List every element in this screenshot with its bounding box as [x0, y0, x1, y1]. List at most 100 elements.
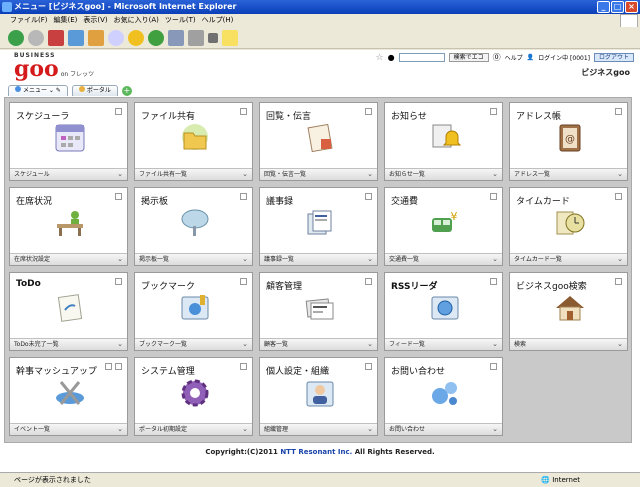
- tile-link[interactable]: 検索 ⌄: [510, 338, 627, 350]
- tile-checkbox[interactable]: [115, 363, 122, 370]
- tab-portal[interactable]: ポータル: [71, 85, 118, 96]
- mail-icon[interactable]: [168, 29, 184, 46]
- chevron-down-icon[interactable]: ⌄: [492, 169, 498, 180]
- history-icon[interactable]: [148, 29, 164, 46]
- chevron-down-icon[interactable]: ⌄: [242, 254, 248, 265]
- tile-checkbox[interactable]: [240, 278, 247, 285]
- tile-todo[interactable]: ToDo ToDo未完了一覧 ⌄: [9, 272, 128, 351]
- tile-travel-expense[interactable]: 交通費 ¥ 交通費一覧 ⌄: [384, 187, 503, 266]
- tile-checkbox[interactable]: [365, 193, 372, 200]
- tile-contact[interactable]: お問い合わせ お問い合わせ ⌄: [384, 357, 503, 436]
- tile-checkbox[interactable]: [240, 363, 247, 370]
- tile-link[interactable]: 在席状況設定 ⌄: [10, 253, 127, 265]
- tile-link[interactable]: 顧客一覧 ⌄: [260, 338, 377, 350]
- minimize-button[interactable]: _: [597, 1, 610, 13]
- tile-rss-reader[interactable]: RSSリーダ フィード一覧 ⌄: [384, 272, 503, 351]
- tile-checkbox[interactable]: [490, 278, 497, 285]
- favorites-icon[interactable]: [128, 29, 144, 46]
- tile-link[interactable]: 議事録一覧 ⌄: [260, 253, 377, 265]
- tile-customer-management[interactable]: 顧客管理 顧客一覧 ⌄: [259, 272, 378, 351]
- search-button[interactable]: 検索でエコ: [448, 53, 489, 62]
- tile-presence[interactable]: 在席状況 在席状況設定 ⌄: [9, 187, 128, 266]
- tile-checkbox[interactable]: [615, 278, 622, 285]
- tile-address-book[interactable]: アドレス帳 @ アドレス一覧 ⌄: [509, 102, 628, 181]
- copyright-company-link[interactable]: NTT Resonant Inc.: [280, 448, 352, 456]
- notes-icon[interactable]: [222, 29, 238, 46]
- logo[interactable]: BUSINESS goo on フレッツ: [14, 52, 94, 80]
- tile-link[interactable]: スケジュール ⌄: [10, 168, 127, 180]
- menu-help[interactable]: ヘルプ(H): [202, 14, 234, 26]
- tile-link[interactable]: ファイル共有一覧 ⌄: [135, 168, 252, 180]
- tile-link[interactable]: イベント一覧 ⌄: [10, 423, 127, 435]
- tile-checkbox[interactable]: [240, 108, 247, 115]
- tile-business-goo-search[interactable]: ビジネスgoo検索 検索 ⌄: [509, 272, 628, 351]
- stop-icon[interactable]: [48, 29, 64, 46]
- tile-bookmark[interactable]: ブックマーク ブックマーク一覧 ⌄: [134, 272, 253, 351]
- chevron-down-icon[interactable]: ⌄: [492, 339, 498, 350]
- tile-checkbox[interactable]: [615, 193, 622, 200]
- tile-link[interactable]: アドレス一覧 ⌄: [510, 168, 627, 180]
- star-icon[interactable]: ☆: [376, 53, 384, 63]
- tab-menu[interactable]: メニュー ⌄ ✎: [8, 85, 68, 96]
- chevron-down-icon[interactable]: ⌄: [117, 339, 123, 350]
- chevron-down-icon[interactable]: ⌄: [117, 254, 123, 265]
- tile-personal-settings[interactable]: 個人設定・組織 組織管理 ⌄: [259, 357, 378, 436]
- back-icon[interactable]: [8, 29, 24, 46]
- help-icon[interactable]: ⓪: [493, 52, 501, 63]
- tile-link[interactable]: ブックマーク一覧 ⌄: [135, 338, 252, 350]
- add-tab-button[interactable]: +: [121, 86, 132, 96]
- tile-bulletin-board[interactable]: 掲示板 掲示板一覧 ⌄: [134, 187, 253, 266]
- tile-checkbox[interactable]: [240, 193, 247, 200]
- edit-icon[interactable]: [208, 32, 218, 43]
- forward-icon[interactable]: [28, 29, 44, 46]
- chevron-down-icon[interactable]: ⌄: [367, 339, 373, 350]
- menu-file[interactable]: ファイル(F): [10, 14, 48, 26]
- tile-link[interactable]: フィード一覧 ⌄: [385, 338, 502, 350]
- home-icon[interactable]: [88, 29, 104, 46]
- tile-organizer-mashup[interactable]: 幹事マッシュアップ イベント一覧 ⌄: [9, 357, 128, 436]
- tile-link[interactable]: ToDo未完了一覧 ⌄: [10, 338, 127, 350]
- chevron-down-icon[interactable]: ⌄: [242, 169, 248, 180]
- chevron-down-icon[interactable]: ⌄: [117, 169, 123, 180]
- tile-circular[interactable]: 回覧・伝言 回覧・伝言一覧 ⌄: [259, 102, 378, 181]
- tile-checkbox[interactable]: [115, 193, 122, 200]
- maximize-button[interactable]: □: [611, 1, 624, 13]
- search-input[interactable]: [398, 53, 445, 62]
- tile-link[interactable]: 組織管理 ⌄: [260, 423, 377, 435]
- chat-icon[interactable]: ●: [388, 53, 395, 62]
- tile-checkbox[interactable]: [490, 108, 497, 115]
- tile-link[interactable]: 回覧・伝言一覧 ⌄: [260, 168, 377, 180]
- tile-link[interactable]: ポータル初期設定 ⌄: [135, 423, 252, 435]
- tile-checkbox[interactable]: [365, 363, 372, 370]
- search-icon[interactable]: [108, 29, 124, 46]
- menu-tools[interactable]: ツール(T): [165, 14, 196, 26]
- help-link[interactable]: ヘルプ: [505, 53, 523, 62]
- tile-notice[interactable]: お知らせ お知らせ一覧 ⌄: [384, 102, 503, 181]
- tile-minutes[interactable]: 議事録 議事録一覧 ⌄: [259, 187, 378, 266]
- refresh-icon[interactable]: [68, 29, 84, 46]
- menu-favorites[interactable]: お気に入り(A): [114, 14, 159, 26]
- menu-edit[interactable]: 編集(E): [54, 14, 78, 26]
- tile-checkbox-2[interactable]: [105, 363, 112, 370]
- tile-link[interactable]: お問い合わせ ⌄: [385, 423, 502, 435]
- tile-link[interactable]: 交通費一覧 ⌄: [385, 253, 502, 265]
- chevron-down-icon[interactable]: ⌄: [492, 424, 498, 435]
- chevron-down-icon[interactable]: ⌄: [367, 169, 373, 180]
- tile-checkbox[interactable]: [615, 108, 622, 115]
- tile-system-admin[interactable]: システム管理 ポータル初期設定 ⌄: [134, 357, 253, 436]
- print-icon[interactable]: [188, 29, 204, 46]
- chevron-down-icon[interactable]: ⌄: [492, 254, 498, 265]
- chevron-down-icon[interactable]: ⌄: [367, 254, 373, 265]
- close-button[interactable]: ×: [625, 1, 638, 13]
- tile-scheduler[interactable]: スケジューラ スケジュール ⌄: [9, 102, 128, 181]
- tile-checkbox[interactable]: [365, 108, 372, 115]
- chevron-down-icon[interactable]: ⌄: [242, 424, 248, 435]
- chevron-down-icon[interactable]: ⌄: [117, 424, 123, 435]
- tile-link[interactable]: お知らせ一覧 ⌄: [385, 168, 502, 180]
- tile-checkbox[interactable]: [115, 278, 122, 285]
- tile-checkbox[interactable]: [115, 108, 122, 115]
- tile-checkbox[interactable]: [365, 278, 372, 285]
- tile-checkbox[interactable]: [490, 363, 497, 370]
- tile-file-share[interactable]: ファイル共有 ファイル共有一覧 ⌄: [134, 102, 253, 181]
- menu-view[interactable]: 表示(V): [83, 14, 107, 26]
